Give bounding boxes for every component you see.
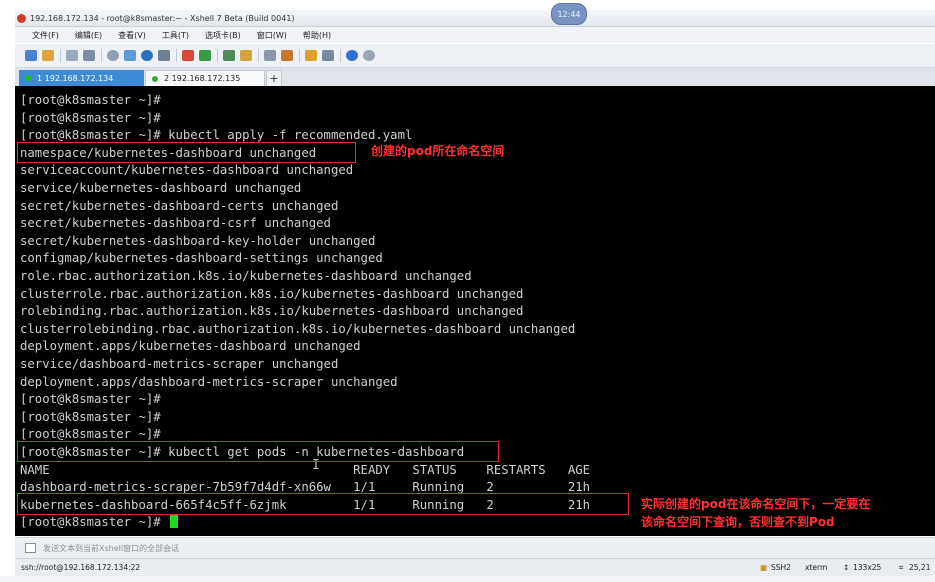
terminal-line: deployment.apps/dashboard-metrics-scrape…	[20, 374, 398, 389]
highlight-box-get-pods	[17, 441, 499, 462]
terminal-line: role.rbac.authorization.k8s.io/kubernete…	[20, 269, 472, 283]
toolbar-divider	[258, 49, 259, 62]
cursor-position-icon: ⌗	[899, 563, 904, 572]
keyboard-icon[interactable]	[264, 50, 276, 61]
toolbar-divider	[217, 49, 218, 62]
window-title: 192.168.172.134 - root@k8smaster:~ - Xsh…	[30, 13, 295, 23]
toolbar-divider	[299, 49, 300, 62]
reconnect-icon[interactable]	[66, 50, 78, 61]
status-term: xterm	[805, 563, 828, 572]
status-connection: ssh://root@192.168.172.134:22	[21, 563, 141, 572]
terminal-prompt-line: [root@k8smaster ~]#	[20, 514, 179, 531]
transfer-icon[interactable]	[124, 50, 136, 61]
lock-icon[interactable]	[240, 50, 252, 61]
compose-icon[interactable]	[305, 50, 317, 61]
menu-tools[interactable]: 工具(T)	[162, 30, 189, 41]
annotation-pod-line-1: 实际创建的pod在该命名空间下，一定要在	[641, 497, 871, 511]
terminal-line: clusterrolebinding.rbac.authorization.k8…	[20, 321, 576, 336]
terminal-line: NAME READY STATUS RESTARTS AGE	[20, 462, 591, 477]
terminal-line: [root@k8smaster ~]#	[20, 409, 161, 424]
terminal-line: rolebinding.rbac.authorization.k8s.io/ku…	[20, 304, 524, 319]
tab-session-1[interactable]: 1 192.168.172.134	[19, 70, 144, 86]
add-tab-button[interactable]: +	[266, 70, 282, 86]
terminal-line: secret/kubernetes-dashboard-csrf unchang…	[20, 216, 331, 231]
toolbar	[15, 44, 935, 68]
bottom-margin	[0, 576, 935, 582]
terminal-line: serviceaccount/kubernetes-dashboard unch…	[20, 163, 354, 178]
color-scheme-icon[interactable]	[141, 50, 153, 61]
terminal-line: deployment.apps/kubernetes-dashboard unc…	[20, 339, 361, 354]
toolbar-divider	[176, 49, 177, 62]
compose-bar[interactable]: 发送文本到当前Xshell窗口的全部会话	[15, 537, 935, 558]
tab-session-2[interactable]: 2 192.168.172.135	[145, 70, 265, 86]
chat-icon[interactable]	[363, 50, 375, 61]
top-margin	[0, 0, 935, 10]
status-size: 133x25	[853, 563, 882, 572]
open-folder-icon[interactable]	[42, 50, 54, 61]
terminal-line: secret/kubernetes-dashboard-certs unchan…	[20, 198, 339, 213]
terminal-line: [root@k8smaster ~]#	[20, 110, 161, 125]
status-cursor: 25,21	[909, 563, 931, 572]
menu-tab[interactable]: 选项卡(B)	[205, 30, 241, 41]
compose-bar-text: 发送文本到当前Xshell窗口的全部会话	[43, 543, 180, 553]
layout-icon[interactable]	[322, 50, 334, 61]
connected-status-icon	[152, 75, 158, 82]
terminal-cursor	[170, 515, 179, 529]
menu-file[interactable]: 文件(F)	[32, 30, 59, 41]
font-icon[interactable]	[158, 50, 170, 61]
menu-bar: 文件(F) 编辑(E) 查看(V) 工具(T) 选项卡(B) 窗口(W) 帮助(…	[15, 27, 935, 43]
annotation-namespace: 创建的pod所在命名空间	[371, 144, 505, 158]
toolbar-divider	[340, 49, 341, 62]
help-icon[interactable]	[346, 50, 358, 61]
terminal-line: [root@k8smaster ~]#	[20, 392, 161, 407]
tab-label: 2 192.168.172.135	[164, 74, 241, 83]
tab-label: 1 192.168.172.134	[37, 73, 114, 83]
annotation-pod-line-2: 该命名空间下查询，否则查不到Pod	[641, 515, 835, 529]
prompt-text: [root@k8smaster ~]#	[20, 515, 161, 530]
menu-view[interactable]: 查看(V)	[118, 30, 146, 41]
menu-window[interactable]: 窗口(W)	[257, 30, 287, 41]
xftp-icon[interactable]	[182, 50, 194, 61]
terminal-line: service/kubernetes-dashboard unchanged	[20, 181, 302, 195]
size-icon: ↕	[843, 563, 850, 572]
terminal-line: secret/kubernetes-dashboard-key-holder u…	[20, 233, 376, 248]
status-bar: ssh://root@192.168.172.134:22 ■ SSH2 xte…	[15, 558, 935, 577]
fullscreen-icon[interactable]	[223, 50, 235, 61]
terminal-line: service/dashboard-metrics-scraper unchan…	[20, 357, 339, 371]
lock-status-icon: ■	[760, 563, 768, 572]
terminal-line: configmap/kubernetes-dashboard-settings …	[20, 251, 383, 266]
script-icon[interactable]	[281, 50, 293, 61]
menu-help[interactable]: 帮助(H)	[303, 30, 331, 41]
terminal-line: clusterrole.rbac.authorization.k8s.io/ku…	[20, 286, 524, 301]
xagent-icon[interactable]	[199, 50, 211, 61]
highlight-box-namespace	[17, 142, 356, 163]
highlight-box-dashboard-pod	[17, 493, 629, 515]
compose-bar-icon	[25, 543, 36, 553]
connected-status-icon	[25, 75, 31, 81]
new-session-icon[interactable]	[25, 50, 37, 61]
properties-icon[interactable]	[83, 50, 95, 61]
status-protocol: SSH2	[771, 563, 791, 572]
clock-badge: 12:44	[551, 3, 587, 25]
terminal-area[interactable]: [root@k8smaster ~]# [root@k8smaster ~]# …	[15, 86, 935, 536]
session-tab-bar: 1 192.168.172.134 2 192.168.172.135 +	[15, 68, 935, 87]
find-icon[interactable]	[107, 50, 119, 61]
title-bar: 192.168.172.134 - root@k8smaster:~ - Xsh…	[15, 10, 935, 27]
xshell-app-icon	[17, 13, 26, 23]
toolbar-divider	[60, 49, 61, 62]
terminal-line: [root@k8smaster ~]#	[20, 93, 161, 107]
menu-edit[interactable]: 编辑(E)	[75, 30, 102, 41]
toolbar-divider	[101, 49, 102, 62]
